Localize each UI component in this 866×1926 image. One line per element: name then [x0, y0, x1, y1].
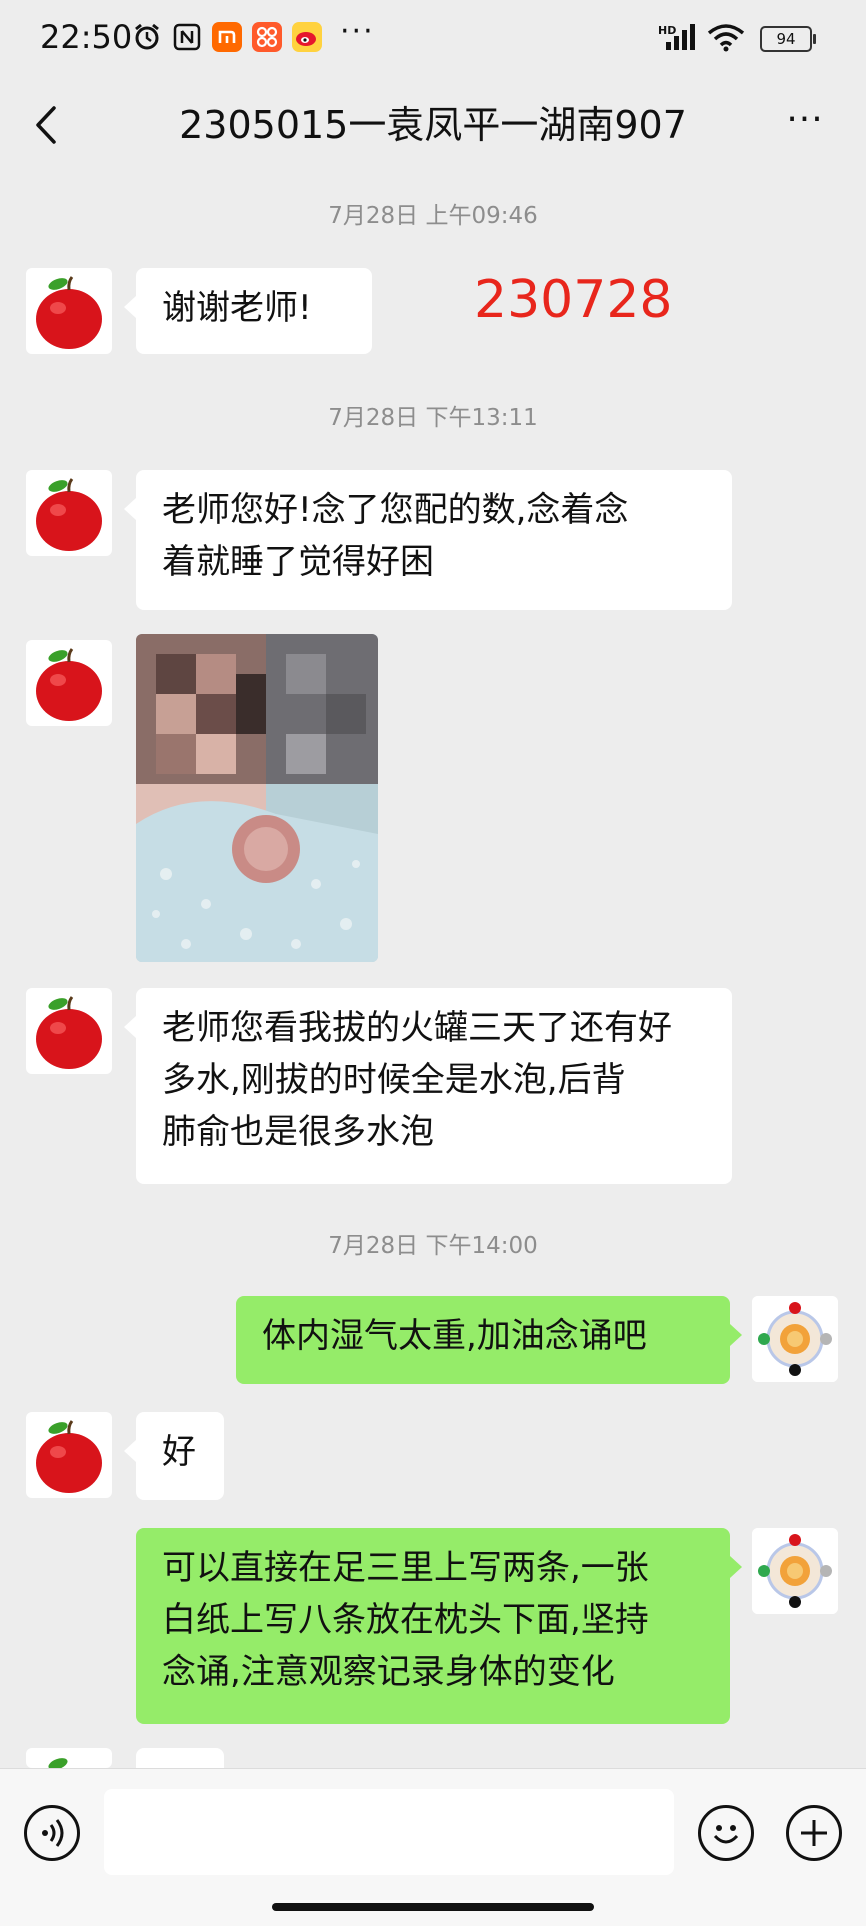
message-line: 白纸上写八条放在枕头下面,坚持	[162, 1600, 649, 1640]
weibo-icon	[292, 22, 322, 52]
voice-button[interactable]	[24, 1805, 80, 1861]
plus-button[interactable]	[786, 1805, 842, 1861]
message-line: 可以直接在足三里上写两条,一张	[162, 1548, 649, 1588]
apple-icon	[36, 478, 102, 551]
apple-icon	[36, 648, 102, 721]
input-bar	[0, 1768, 866, 1926]
app-icon	[252, 22, 282, 52]
chakra-diagram-icon	[752, 1528, 838, 1614]
signal-icon	[664, 22, 700, 56]
status-time: 22:50	[40, 18, 133, 56]
message-text: 好	[162, 1432, 196, 1472]
message-text: 体内湿气太重,加油念诵吧	[262, 1316, 647, 1356]
more-dots-icon: ···	[786, 99, 824, 140]
contact-avatar[interactable]	[26, 640, 112, 726]
chevron-left-icon	[36, 106, 56, 144]
apple-icon	[36, 1420, 102, 1493]
timestamp: 7月28日 下午14:00	[328, 1233, 538, 1259]
alarm-icon	[132, 22, 162, 52]
message-bubble[interactable]: 老师您看我拔的火罐三天了还有好 多水,刚拔的时候全是水泡,后背 肺俞也是很多水泡	[124, 988, 732, 1184]
mi-icon	[212, 22, 242, 52]
status-bar: 22:50 ··· HD 94	[0, 0, 866, 80]
message-bubble[interactable]: 谢谢老师!	[124, 268, 372, 354]
message-line: 念诵,注意观察记录身体的变化	[162, 1652, 615, 1692]
emoji-icon	[713, 1825, 739, 1844]
message-line: 肺俞也是很多水泡	[162, 1112, 434, 1152]
voice-icon	[42, 1819, 64, 1847]
message-text: 谢谢老师!	[162, 288, 312, 328]
message-line: 着就睡了觉得好困	[162, 542, 434, 582]
contact-avatar[interactable]	[26, 268, 112, 354]
self-avatar[interactable]	[752, 1528, 838, 1614]
more-notifications: ···	[340, 14, 375, 49]
apple-icon	[36, 996, 102, 1069]
wifi-icon	[706, 22, 746, 56]
battery-icon: 94	[760, 26, 816, 52]
message-bubble-self[interactable]: 可以直接在足三里上写两条,一张 白纸上写八条放在枕头下面,坚持 念诵,注意观察记…	[136, 1528, 742, 1724]
chat-header: 2305015一袁凤平一湖南907 ···	[0, 80, 866, 170]
chakra-diagram-icon	[752, 1296, 838, 1382]
photo-icon	[136, 634, 378, 962]
message-line: 老师您好!念了您配的数,念着念	[162, 490, 629, 530]
emoji-button[interactable]	[698, 1805, 754, 1861]
contact-avatar[interactable]	[26, 470, 112, 556]
apple-icon	[36, 276, 102, 349]
message-input[interactable]	[104, 1789, 674, 1875]
self-avatar[interactable]	[752, 1296, 838, 1382]
message-bubble[interactable]: 老师您好!念了您配的数,念着念 着就睡了觉得好困	[124, 470, 732, 610]
more-options-button[interactable]: ···	[780, 100, 830, 150]
home-indicator[interactable]	[272, 1903, 594, 1911]
annotation-number: 230728	[474, 270, 673, 330]
contact-avatar[interactable]	[26, 1412, 112, 1498]
timestamp: 7月28日 上午09:46	[328, 203, 538, 229]
message-bubble[interactable]	[136, 1748, 224, 1768]
message-line: 多水,刚拔的时候全是水泡,后背	[162, 1060, 626, 1100]
apple-icon	[48, 1758, 68, 1768]
message-bubble-self[interactable]: 体内湿气太重,加油念诵吧	[236, 1296, 742, 1384]
message-image[interactable]	[136, 634, 378, 962]
message-bubble[interactable]: 好	[124, 1412, 224, 1500]
contact-avatar[interactable]	[26, 988, 112, 1074]
chat-title: 2305015一袁凤平一湖南907	[179, 103, 687, 147]
nfc-icon	[172, 22, 202, 52]
plus-icon	[801, 1820, 827, 1846]
battery-level: 94	[776, 30, 796, 48]
contact-avatar[interactable]	[26, 1748, 112, 1768]
message-line: 老师您看我拔的火罐三天了还有好	[162, 1008, 672, 1048]
back-button[interactable]	[26, 100, 66, 150]
timestamp: 7月28日 下午13:11	[328, 405, 538, 431]
